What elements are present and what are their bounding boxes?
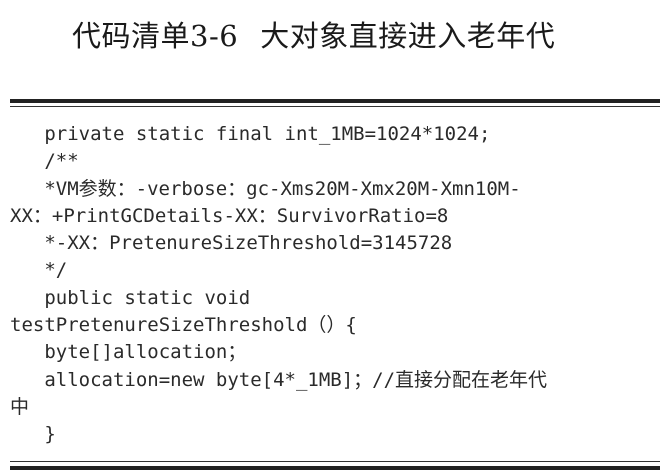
code-line-7: public static void [10, 286, 251, 309]
top-thin-rule [10, 106, 660, 107]
code-line-4: XX：+PrintGCDetails-XX：SurvivorRatio=8 [10, 204, 449, 227]
code-line-11: 中 [10, 395, 30, 418]
bottom-thick-rule [10, 466, 660, 470]
bottom-thin-rule [10, 461, 660, 462]
code-line-2: /** [10, 150, 79, 173]
top-thick-rule [10, 99, 660, 103]
code-line-5: *-XX：PretenureSizeThreshold=3145728 [10, 232, 453, 255]
code-block: private static final int_1MB=1024*1024; … [10, 121, 660, 449]
code-line-8: testPretenureSizeThreshold（）{ [10, 314, 357, 337]
listing-number: 代码清单3-6 [72, 19, 239, 53]
code-line-10: allocation=new byte[4*_1MB]；//直接分配在老年代 [10, 368, 548, 391]
listing-caption: 代码清单3-6 大对象直接进入老年代 [72, 14, 555, 58]
code-line-9: byte[]allocation； [10, 341, 247, 364]
code-line-1: private static final int_1MB=1024*1024; [10, 123, 491, 145]
code-line-12: } [10, 423, 56, 446]
listing-title: 大对象直接进入老年代 [260, 19, 556, 53]
code-line-3: *VM参数：-verbose：gc-Xms20M-Xmx20M-Xmn10M- [10, 177, 521, 200]
code-line-6: */ [10, 259, 68, 282]
